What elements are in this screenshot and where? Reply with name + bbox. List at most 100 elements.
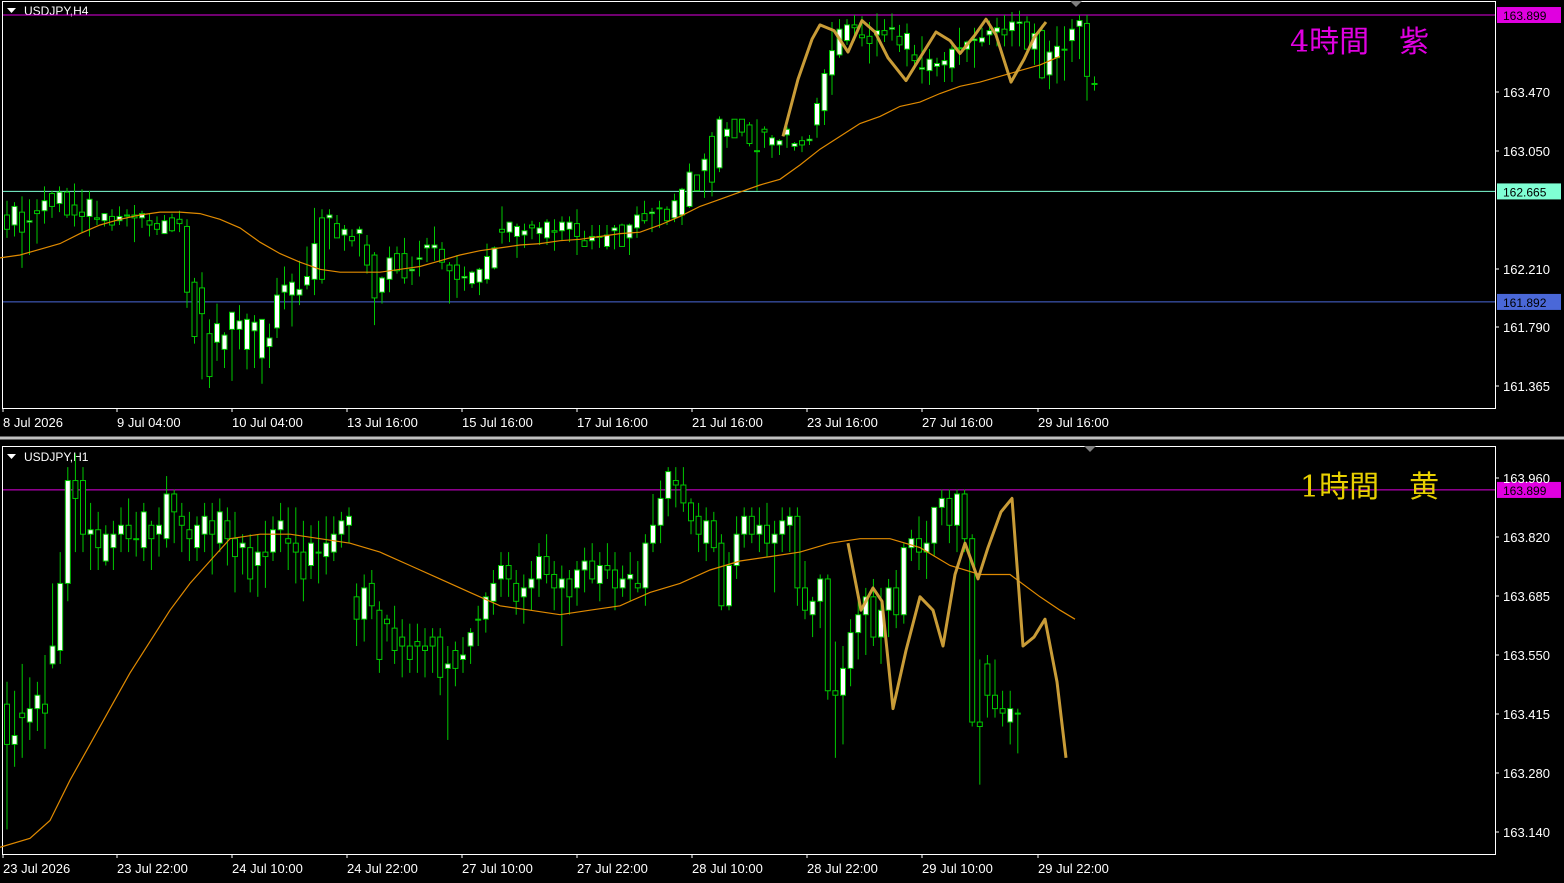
- candle-body: [665, 471, 672, 499]
- candle-body: [528, 578, 535, 589]
- candle-body: [125, 524, 132, 540]
- candle-body: [859, 34, 865, 39]
- candle-body: [779, 520, 786, 535]
- candle-body: [1084, 22, 1090, 77]
- moving-average-line: [0, 55, 1061, 273]
- candle-body: [769, 137, 775, 146]
- candle-body: [341, 228, 348, 236]
- candle-body: [824, 578, 831, 692]
- x-tick-label: 29 Jul 16:00: [1038, 415, 1109, 430]
- candle-body: [619, 578, 626, 589]
- h4-collapse-arrow-icon[interactable]: [7, 8, 16, 13]
- candle-body: [574, 223, 580, 237]
- price-tag-label: 162.665: [1503, 185, 1547, 199]
- candle-body: [900, 547, 907, 616]
- candle-body: [802, 587, 808, 611]
- h4-panel[interactable]: USDJPY,H4 4時間 紫 163.899162.665161.892163…: [0, 1, 1561, 430]
- candle-body: [791, 143, 798, 147]
- candle-body: [330, 533, 337, 553]
- candle-body: [394, 253, 400, 272]
- h1-panel[interactable]: USDJPY,H1 1時間 黄 163.899163.960163.820163…: [0, 446, 1561, 876]
- candle-body: [399, 636, 406, 647]
- candle-body: [840, 667, 846, 696]
- candle-body: [1024, 21, 1030, 50]
- candle-body: [221, 334, 228, 350]
- candle-body: [961, 493, 968, 540]
- candle-body: [94, 217, 100, 220]
- candle-body: [611, 227, 618, 232]
- candle-body: [536, 227, 543, 235]
- candle-body: [401, 253, 408, 279]
- h1-time-axis[interactable]: 23 Jul 2026 23 Jul 22:00 24 Jul 10:00 24 Ju…: [2, 854, 1109, 876]
- candle-body: [19, 211, 25, 233]
- candle-body: [911, 54, 918, 62]
- candle-body: [424, 244, 430, 249]
- candle-body: [148, 524, 155, 540]
- candle-body: [726, 565, 732, 607]
- candle-body: [236, 320, 243, 330]
- candle-body: [521, 230, 528, 236]
- candle-body: [64, 191, 70, 216]
- candle-body: [731, 118, 738, 139]
- x-tick-label: 29 Jul 22:00: [1038, 861, 1109, 876]
- candle-body: [499, 228, 505, 233]
- candle-body: [1016, 21, 1023, 24]
- x-tick-label: 15 Jul 16:00: [462, 415, 533, 430]
- candle-body: [11, 734, 18, 745]
- h1-price-axis[interactable]: 163.899163.960 163.820 163.685 163.550 163.4…: [1495, 471, 1561, 840]
- candle-body: [368, 582, 375, 607]
- candle-body: [520, 587, 527, 598]
- candle-body: [209, 520, 216, 535]
- y-tick-label: 163.140: [1503, 825, 1550, 840]
- candle-body: [604, 565, 611, 571]
- candle-body: [326, 214, 333, 219]
- candle-body: [452, 650, 459, 669]
- candle-body: [146, 220, 153, 226]
- candle-body: [739, 118, 745, 133]
- candle-body: [1076, 20, 1083, 27]
- candle-body: [95, 529, 102, 549]
- candle-body: [1001, 28, 1008, 36]
- candle-body: [634, 214, 640, 229]
- candle-body: [338, 520, 345, 535]
- candle-body: [42, 703, 48, 714]
- h4-time-axis[interactable]: 8 Jul 2026 9 Jul 04:00 10 Jul 04:00 13 Jul …: [2, 408, 1109, 430]
- h1-plot-area: [0, 453, 1495, 848]
- y-tick-label: 163.685: [1503, 589, 1550, 604]
- candle-body: [26, 708, 33, 723]
- candle-body: [490, 582, 497, 602]
- candle-body: [814, 103, 820, 126]
- candle-body: [829, 50, 835, 76]
- candle-body: [184, 225, 190, 293]
- x-tick-label: 27 Jul 10:00: [462, 861, 533, 876]
- x-tick-label: 28 Jul 22:00: [807, 861, 878, 876]
- candle-body: [786, 515, 793, 526]
- candle-body: [460, 654, 466, 660]
- candle-body: [566, 578, 573, 598]
- x-tick-label: 23 Jul 2026: [3, 861, 70, 876]
- candle-body: [476, 268, 483, 283]
- candle-body: [612, 569, 618, 589]
- candle-body: [176, 218, 183, 225]
- x-tick-label: 9 Jul 04:00: [117, 415, 181, 430]
- candle-body: [19, 712, 26, 719]
- candle-body: [733, 533, 740, 567]
- h4-price-axis[interactable]: 163.899 162.665 161.892 163.470 163.050 162.2…: [1495, 7, 1561, 394]
- candle-body: [467, 632, 474, 647]
- candle-body: [308, 542, 314, 567]
- candle-body: [259, 318, 265, 359]
- candle-body: [102, 533, 109, 562]
- candle-body: [513, 582, 520, 602]
- candle-body: [266, 337, 273, 348]
- x-tick-label: 28 Jul 10:00: [692, 861, 763, 876]
- candle-body: [353, 596, 360, 620]
- candle-body: [154, 223, 160, 230]
- candle-body: [214, 323, 220, 343]
- candle-body: [589, 560, 596, 580]
- h1-collapse-arrow-icon[interactable]: [7, 454, 16, 459]
- candle-body: [444, 663, 451, 669]
- candle-body: [34, 210, 40, 215]
- candle-body: [4, 214, 10, 230]
- x-tick-label: 24 Jul 22:00: [347, 861, 418, 876]
- candle-body: [292, 542, 299, 553]
